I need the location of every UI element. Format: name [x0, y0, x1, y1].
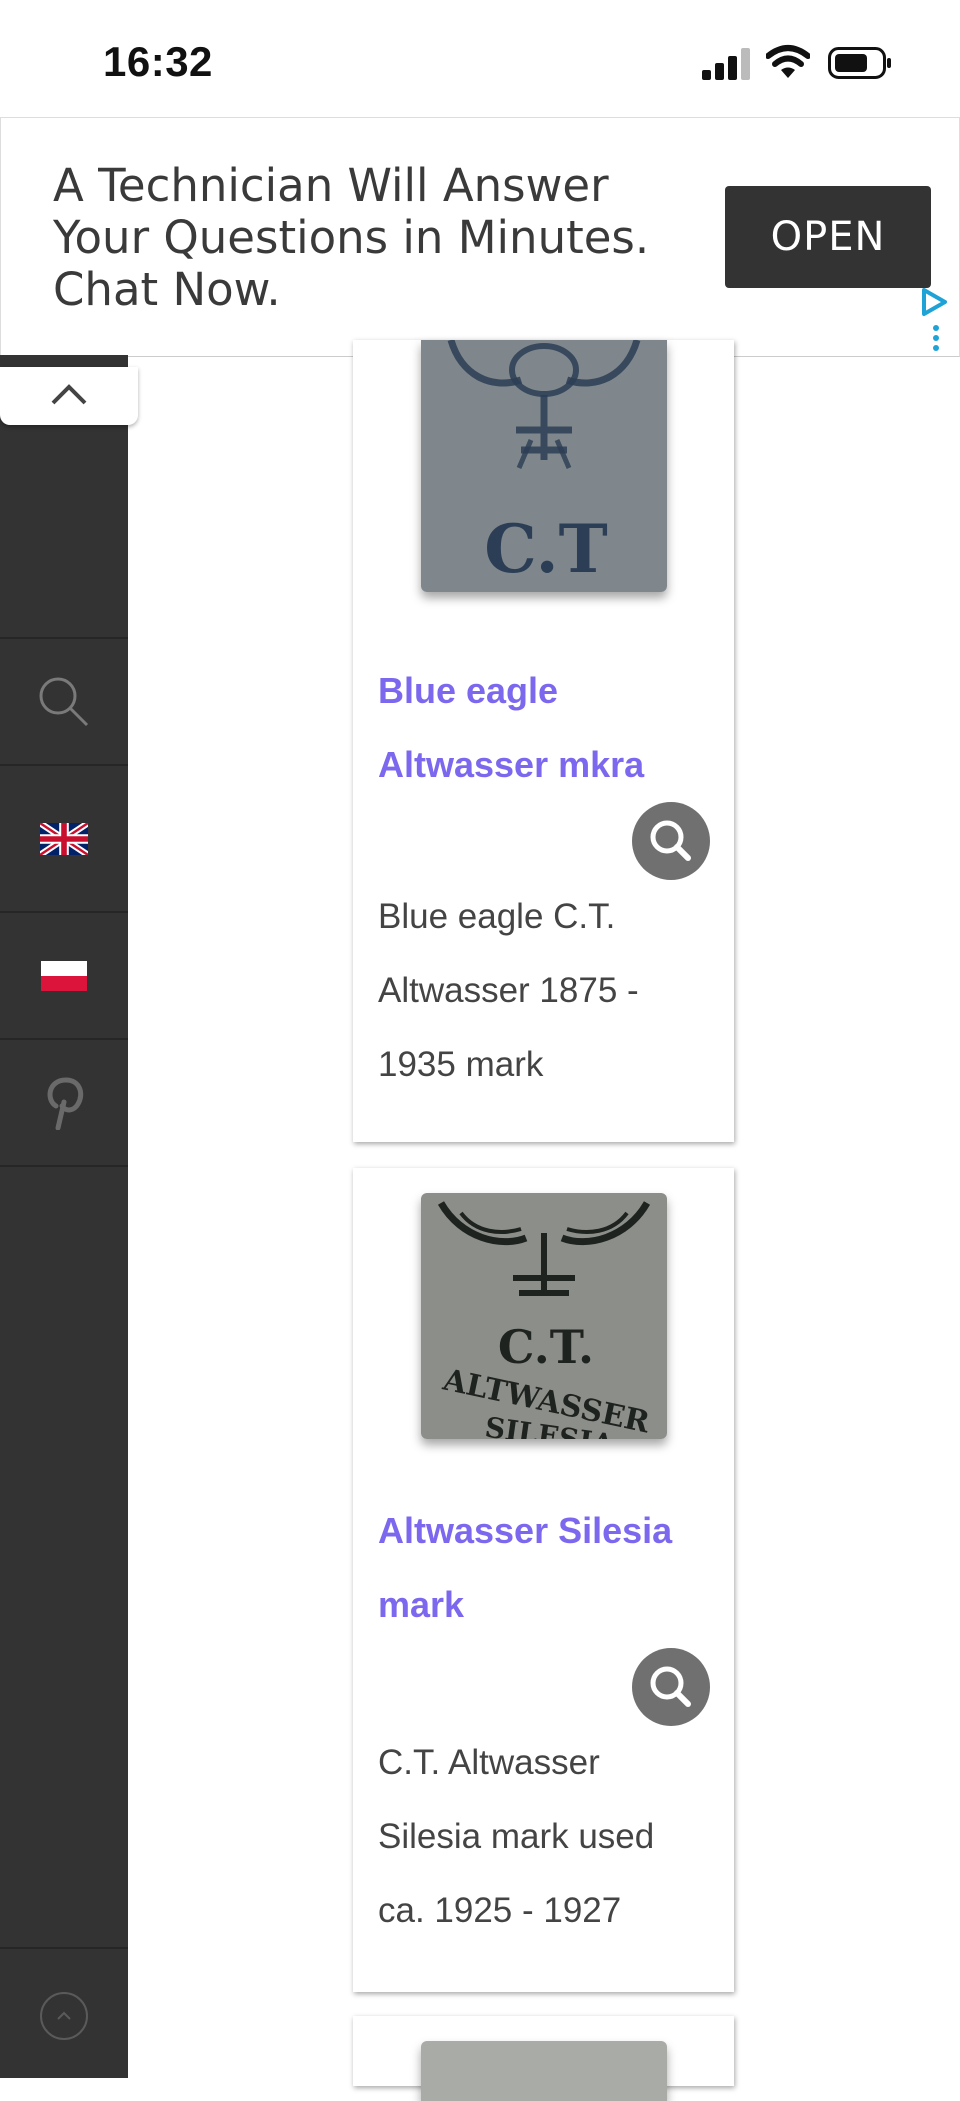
- ad-menu-icon[interactable]: [931, 324, 941, 352]
- magnifier-icon: [650, 1666, 691, 1707]
- mark-description: Blue eagle C.T. Altwasser 1875 - 1935 ma…: [378, 897, 639, 1084]
- mark-title-link[interactable]: Blue eagle Altwasser mkra: [378, 654, 718, 802]
- status-time: 16:32: [103, 38, 213, 85]
- mark-card: [353, 2016, 734, 2101]
- uk-flag-icon: [40, 822, 88, 855]
- zoom-button[interactable]: [632, 1648, 710, 1726]
- ad-headline[interactable]: A Technician Will Answer Your Questions …: [53, 160, 693, 316]
- scroll-to-top-icon: [40, 1992, 88, 2040]
- mark-thumbnail[interactable]: C.T: [421, 340, 667, 592]
- pinterest-icon: [47, 1076, 84, 1130]
- wifi-icon: [766, 45, 810, 78]
- magnifier-icon: [650, 820, 691, 861]
- ad-open-button[interactable]: OPEN: [725, 186, 931, 288]
- sidebar-collapse-tab[interactable]: [0, 367, 138, 425]
- mark-image: C.T. ALTWASSER SILESIA: [421, 1193, 667, 1439]
- mark-thumbnail[interactable]: [421, 2041, 667, 2101]
- poland-flag-icon: [41, 960, 87, 991]
- mark-description: C.T. Altwasser Silesia mark used ca. 192…: [378, 1743, 655, 1930]
- sidebar-item-english[interactable]: [0, 766, 128, 911]
- battery-icon: [828, 47, 891, 79]
- chevron-up-icon: [51, 384, 87, 405]
- adchoices-icon[interactable]: [919, 286, 949, 318]
- mark-image-text: C.T.: [498, 1320, 594, 1374]
- sidebar: [0, 355, 128, 2078]
- sidebar-divider: [0, 1947, 128, 1949]
- mark-title-link[interactable]: Altwasser Silesia mark: [378, 1494, 718, 1642]
- sidebar-item-search[interactable]: [0, 639, 128, 764]
- mark-card: C.T Blue eagle Altwasser mkra Blue eagle…: [353, 340, 734, 1142]
- sidebar-item-polish[interactable]: [0, 913, 128, 1038]
- mark-image: C.T: [421, 340, 667, 592]
- sidebar-divider: [0, 1165, 128, 1167]
- zoom-button[interactable]: [632, 802, 710, 880]
- search-icon: [39, 677, 89, 726]
- cellular-signal-icon: [702, 48, 750, 80]
- ad-banner[interactable]: A Technician Will Answer Your Questions …: [0, 117, 960, 357]
- sidebar-item-pinterest[interactable]: [0, 1040, 128, 1165]
- mark-card: C.T. ALTWASSER SILESIA Altwasser Silesia…: [353, 1168, 734, 1992]
- mark-image-text: C.T: [484, 510, 607, 588]
- sidebar-scroll-top[interactable]: [0, 1990, 128, 2042]
- status-bar: 16:32: [0, 0, 960, 118]
- mark-thumbnail[interactable]: C.T. ALTWASSER SILESIA: [421, 1193, 667, 1439]
